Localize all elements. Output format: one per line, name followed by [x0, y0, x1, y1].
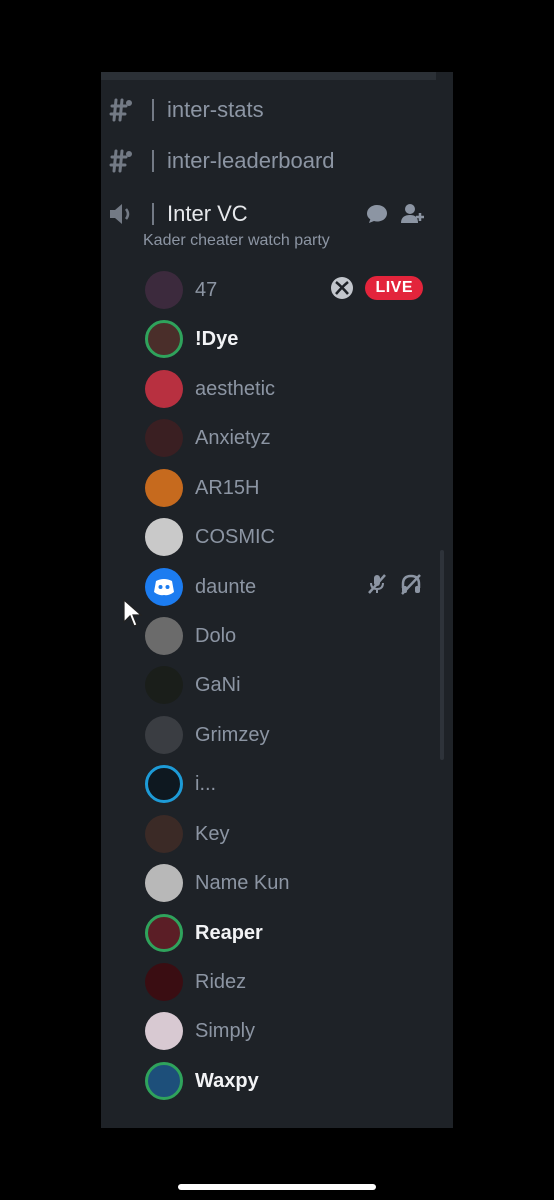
member-row[interactable]: Ridez — [101, 961, 453, 1005]
member-row[interactable]: GaNi — [101, 664, 453, 708]
avatar — [145, 716, 183, 754]
member-row[interactable]: Waxpy — [101, 1060, 453, 1104]
avatar — [145, 1012, 183, 1050]
mouse-cursor-icon — [123, 598, 143, 627]
member-row[interactable]: Reaper — [101, 912, 453, 956]
member-name: 47 — [195, 279, 218, 301]
avatar — [145, 518, 183, 556]
member-name: COSMIC — [195, 526, 275, 548]
member-name: Name Kun — [195, 872, 290, 894]
avatar — [145, 320, 183, 358]
member-row[interactable]: Dolo — [101, 615, 453, 659]
member-row[interactable]: AR15H — [101, 467, 453, 511]
hashtag-voice-icon — [109, 149, 132, 173]
voice-channel-status: Kader cheater watch party — [143, 232, 330, 249]
avatar — [145, 271, 183, 309]
member-row[interactable]: Key — [101, 813, 453, 857]
channel-inter-leaderboard[interactable]: inter-leaderboard — [101, 141, 453, 181]
member-name: Grimzey — [195, 724, 270, 746]
member-name: Reaper — [195, 922, 263, 944]
voice-channel-label: Inter VC — [167, 201, 248, 226]
discord-logo-icon — [154, 579, 174, 596]
member-row[interactable]: i... — [101, 763, 453, 807]
avatar — [145, 765, 183, 803]
avatar — [145, 914, 183, 952]
member-name: Ridez — [195, 971, 247, 993]
member-row[interactable]: COSMIC — [101, 516, 453, 560]
avatar — [145, 370, 183, 408]
member-row[interactable]: !Dye — [101, 318, 453, 362]
channel-inter-stats[interactable]: inter-stats — [101, 90, 453, 130]
member-name: Anxietyz — [195, 427, 271, 449]
avatar — [145, 963, 183, 1001]
add-user-icon[interactable] — [399, 201, 425, 227]
channel-label: inter-leaderboard — [167, 148, 335, 173]
avatar — [145, 469, 183, 507]
mic-muted-icon — [368, 574, 386, 594]
member-row[interactable]: Simply — [101, 1010, 453, 1054]
voice-channel-inter-vc[interactable]: Inter VC — [101, 194, 453, 234]
scrollbar[interactable] — [440, 550, 444, 760]
channel-separator — [152, 99, 154, 121]
member-name: Dolo — [195, 625, 237, 647]
channel-separator — [152, 203, 154, 225]
avatar — [145, 815, 183, 853]
chat-bubble-icon[interactable] — [365, 202, 389, 226]
scroll-top-edge — [101, 72, 436, 80]
hashtag-voice-icon — [109, 98, 132, 122]
member-name: i... — [195, 773, 217, 795]
member-name: Key — [195, 823, 230, 845]
avatar — [145, 617, 183, 655]
avatar — [145, 568, 183, 606]
channel-label: inter-stats — [167, 97, 264, 122]
member-name: daunte — [195, 576, 257, 598]
member-name: Waxpy — [195, 1070, 259, 1092]
member-name: aesthetic — [195, 378, 276, 400]
member-row[interactable]: Name Kun — [101, 862, 453, 906]
member-name: Simply — [195, 1020, 256, 1042]
avatar — [145, 864, 183, 902]
xbox-icon — [331, 277, 354, 299]
member-row[interactable]: 47 LIVE — [101, 269, 453, 313]
avatar — [145, 666, 183, 704]
headphones-deafened-icon — [401, 574, 421, 595]
member-row[interactable]: daunte — [101, 566, 453, 610]
member-name: GaNi — [195, 674, 241, 696]
avatar — [145, 1062, 183, 1100]
home-indicator[interactable] — [178, 1184, 376, 1190]
member-name: !Dye — [195, 328, 239, 350]
member-row[interactable]: Anxietyz — [101, 417, 453, 461]
member-name: AR15H — [195, 477, 260, 499]
member-row[interactable]: Grimzey — [101, 714, 453, 758]
live-badge: LIVE — [365, 276, 423, 300]
channel-separator — [152, 150, 154, 172]
avatar — [145, 419, 183, 457]
member-row[interactable]: aesthetic — [101, 368, 453, 412]
speaker-icon — [110, 204, 130, 224]
channel-sidebar: inter-stats inter-leaderboard Inter VC K… — [101, 72, 453, 1128]
